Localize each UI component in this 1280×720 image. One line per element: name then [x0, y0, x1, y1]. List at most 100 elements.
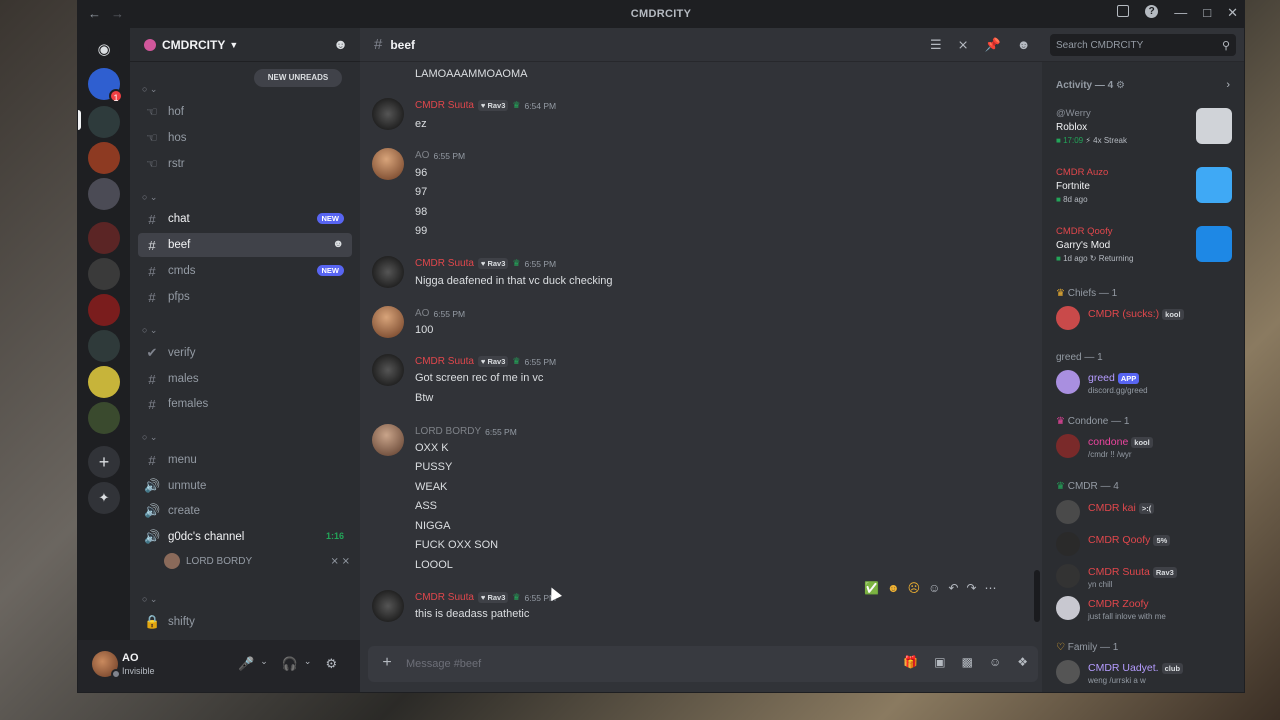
category-collapse-icon[interactable]: ○ ⌄ [142, 432, 157, 443]
category-collapse-icon[interactable]: ○ ⌄ [142, 192, 157, 203]
check-reaction-icon[interactable]: ✅ [864, 581, 879, 595]
category-collapse-icon[interactable]: ○ ⌄ [142, 84, 157, 95]
server-icon[interactable] [88, 258, 120, 290]
help-icon[interactable]: ? [1145, 5, 1159, 18]
notification-bell-muted-icon[interactable]: ⨯ [958, 37, 969, 53]
more-options-icon[interactable]: ⋯ [985, 581, 997, 595]
author-name[interactable]: AO [415, 308, 429, 319]
reply-icon[interactable]: ↶ [948, 581, 958, 595]
voice-user[interactable]: LORD BORDY ⨯ ⨯ [164, 552, 354, 570]
channel-females[interactable]: # females [138, 392, 352, 416]
author-name[interactable]: AO [415, 150, 429, 161]
message-text: PUSSY [415, 461, 453, 473]
discord-home-icon[interactable]: ◉ [88, 34, 120, 66]
category-collapse-icon[interactable]: ○ ⌄ [142, 594, 157, 605]
avatar[interactable] [372, 148, 404, 180]
pin-icon[interactable]: 📌 [985, 37, 1001, 53]
server-icon[interactable] [88, 366, 120, 398]
apps-icon[interactable]: ❖ [1017, 655, 1028, 669]
channel-unmute[interactable]: 🔊 unmute [138, 474, 352, 498]
new-unreads-pill[interactable]: NEW UNREADS [254, 69, 342, 87]
author-name[interactable]: CMDR Suuta [415, 592, 474, 603]
channel-pfps[interactable]: # pfps [138, 285, 352, 309]
server-icon[interactable] [88, 222, 120, 254]
server-icon[interactable] [88, 106, 120, 138]
server-icon[interactable] [88, 330, 120, 362]
threads-icon[interactable]: ☰ [930, 37, 942, 53]
channel-beef[interactable]: # beef ☻ [138, 233, 352, 257]
member-item[interactable]: CMDR Qoofy 5% [1056, 530, 1236, 560]
member-item[interactable]: condone kool /cmdr !! /wyr [1056, 432, 1236, 462]
server-icon[interactable] [88, 142, 120, 174]
forward-icon[interactable]: ↷ [966, 581, 976, 595]
message-input[interactable] [406, 654, 856, 674]
activity-card[interactable]: CMDR Qoofy Garry's Mod ■ 1d ago ↻ Return… [1056, 226, 1232, 274]
author-name[interactable]: CMDR Suuta [415, 100, 474, 111]
channel-create[interactable]: 🔊 create [138, 499, 352, 523]
channel-cmds[interactable]: # cmds NEW [138, 259, 352, 283]
channel-shifty[interactable]: 🔒 shifty [138, 610, 352, 634]
member-item[interactable]: CMDR (sucks:) kool [1056, 304, 1236, 334]
message-text: OXX K [415, 442, 449, 454]
member-item[interactable]: CMDR Zoofy just fall inlove with me [1056, 594, 1236, 624]
server-header[interactable]: CMDRCITY ▼ ☻ [130, 28, 360, 62]
crying-reaction-icon[interactable]: ☹ [908, 581, 921, 595]
scrollbar[interactable] [1034, 570, 1040, 622]
avatar[interactable] [372, 306, 404, 338]
member-item[interactable]: greed APP discord.gg/greed [1056, 368, 1236, 398]
minimize-icon[interactable]: — [1174, 5, 1187, 21]
channel-g0dcs-channel[interactable]: 🔊 g0dc's channel 1:16 [138, 525, 352, 549]
server-icon[interactable] [88, 402, 120, 434]
member-item[interactable]: CMDR Suuta Rav3 yn chill [1056, 562, 1236, 592]
add-server-icon[interactable]: + [88, 446, 120, 478]
chevron-right-icon[interactable]: › [1226, 79, 1230, 91]
attach-plus-icon[interactable]: + [378, 654, 396, 672]
sticker-icon[interactable]: ▩ [962, 655, 973, 669]
avatar[interactable] [372, 590, 404, 622]
server-icon[interactable] [88, 178, 120, 210]
sunglasses-reaction-icon[interactable]: ☻ [887, 581, 900, 595]
channel-hof[interactable]: ☜ hof [138, 100, 352, 124]
maximize-icon[interactable]: □ [1203, 5, 1211, 21]
gift-icon[interactable]: 🎁 [903, 655, 918, 669]
close-icon[interactable]: ✕ [1227, 5, 1238, 21]
inbox-icon[interactable] [1117, 5, 1130, 17]
channel-menu[interactable]: # menu [138, 448, 352, 472]
member-item[interactable]: CMDR kai >:( [1056, 498, 1236, 528]
add-member-icon[interactable]: ☻ [332, 238, 344, 250]
member-item[interactable]: CMDR Uadyet. club weng /urrski a w [1056, 658, 1236, 688]
author-name[interactable]: CMDR Suuta [415, 258, 474, 269]
microphone-icon[interactable]: 🎤 [238, 656, 254, 672]
channel-hos[interactable]: ☜ hos [138, 126, 352, 150]
author-name[interactable]: CMDR Suuta [415, 356, 474, 367]
chevron-down-icon[interactable]: ⌄ [260, 656, 268, 672]
channel-males[interactable]: # males [138, 367, 352, 391]
avatar[interactable] [372, 424, 404, 456]
invite-people-icon[interactable]: ☻ [333, 36, 348, 52]
channel-chat[interactable]: # chat NEW [138, 207, 352, 231]
avatar[interactable] [372, 354, 404, 386]
channel-verify[interactable]: ✔ verify [138, 341, 352, 365]
activity-header[interactable]: Activity — 4 ⚙ [1056, 80, 1125, 91]
avatar[interactable] [372, 256, 404, 288]
author-name[interactable]: LORD BORDY [415, 426, 481, 437]
tag-text: Rav3 [487, 259, 506, 268]
server-icon[interactable]: 1 [88, 68, 123, 103]
member-name: CMDR (sucks:) kool [1088, 308, 1184, 320]
gif-icon[interactable]: ▣ [934, 655, 945, 669]
gear-icon[interactable]: ⚙ [325, 656, 337, 672]
member-list-icon[interactable]: ☻ [1017, 37, 1031, 53]
channel-rstr[interactable]: ☜ rstr [138, 152, 352, 176]
activity-card[interactable]: CMDR Auzo Fortnite ■ 8d ago [1056, 167, 1232, 215]
search-input[interactable] [1050, 34, 1236, 56]
category-collapse-icon[interactable]: ○ ⌄ [142, 325, 157, 336]
emoji-icon[interactable]: ☺ [989, 655, 1001, 669]
headphones-icon[interactable]: 🎧 [282, 656, 298, 672]
avatar[interactable] [372, 98, 404, 130]
add-reaction-icon[interactable]: ☺ [928, 581, 940, 595]
activity-card[interactable]: @Werry Roblox ■ 17:09 ⚡ 4x Streak [1056, 108, 1232, 156]
gear-icon[interactable]: ⚙ [1116, 80, 1125, 91]
discover-icon[interactable]: ✦ [88, 482, 120, 514]
server-icon[interactable] [88, 294, 120, 326]
chevron-down-icon[interactable]: ⌄ [304, 656, 312, 672]
